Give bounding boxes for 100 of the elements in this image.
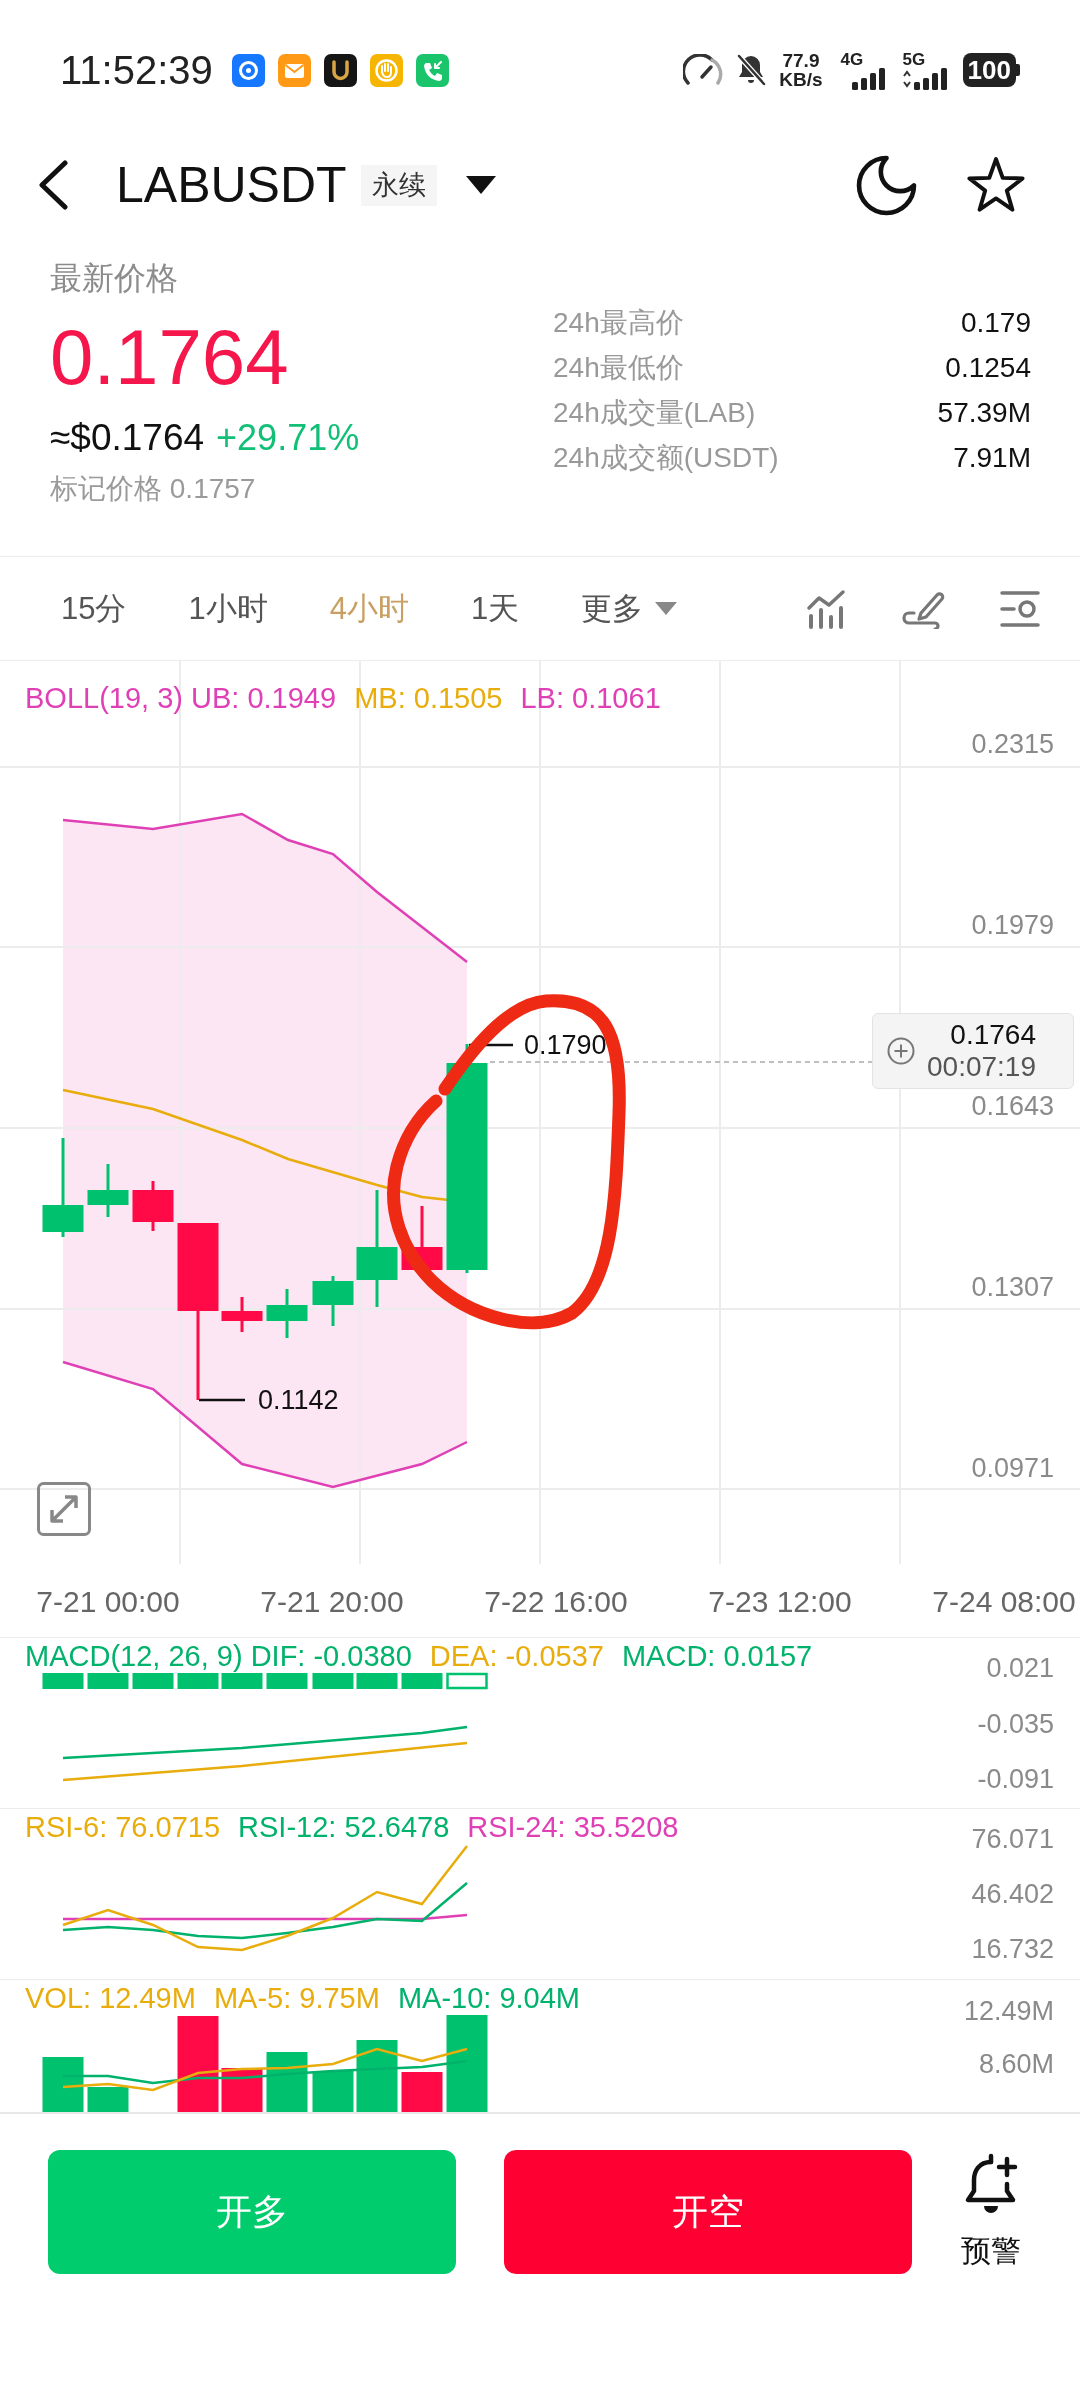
interval-tab[interactable]: 1天 — [471, 588, 520, 629]
legend-label: RSI-6: 76.0715 — [25, 1812, 221, 1842]
axis-label: 0.1979 — [971, 911, 1054, 939]
falling-volume-bar — [401, 2072, 443, 2112]
axis-label: 0.0971 — [971, 1454, 1054, 1482]
price-label: 最新价格 — [50, 259, 179, 298]
stat-label: 24h最高价 — [553, 305, 684, 340]
app-icon — [231, 53, 265, 87]
network-speed: 77.9 — [782, 51, 820, 70]
countdown-timer: 00:07:19 — [927, 1051, 1036, 1083]
histogram-bar — [221, 1673, 263, 1689]
network-type: 4G — [840, 50, 864, 68]
histogram-bar — [266, 1673, 308, 1689]
usd-price: ≈$0.1764 — [50, 416, 205, 460]
current-price-tag[interactable]: 0.1764 00:07:19 — [872, 1013, 1074, 1089]
bell-off-icon — [735, 53, 768, 87]
falling-volume-bar — [221, 2068, 263, 2112]
axis-label: 76.071 — [971, 1825, 1054, 1853]
low-price-label: 0.1142 — [258, 1385, 339, 1415]
axis-label: 7-21 00:00 — [36, 1586, 180, 1618]
stat-label: 24h成交量(LAB) — [553, 395, 756, 430]
network-type: 5G — [902, 50, 926, 68]
axis-label: 7-24 08:00 — [932, 1586, 1076, 1618]
falling-candle — [401, 1206, 443, 1270]
axis-label: 0.021 — [986, 1654, 1054, 1682]
stat-value: 7.91M — [953, 440, 1031, 475]
axis-label: 46.402 — [971, 1880, 1054, 1908]
stat-label: 24h最低价 — [553, 350, 684, 385]
rising-candle — [266, 1289, 308, 1338]
rising-volume-bar — [42, 2057, 84, 2112]
axis-label: 7-21 20:00 — [260, 1586, 404, 1618]
axis-label: 0.2315 — [971, 730, 1054, 758]
last-price: 0.1764 — [50, 315, 290, 399]
rising-volume-bar — [266, 2052, 308, 2112]
rising-candle — [87, 1164, 129, 1217]
speed-unit: KB/s — [779, 70, 823, 89]
histogram-bar — [446, 1672, 488, 1690]
axis-label: -0.091 — [977, 1765, 1054, 1793]
axis-label: 0.1307 — [971, 1273, 1054, 1301]
mail-icon — [277, 53, 311, 87]
falling-candle — [221, 1297, 263, 1332]
high-price-label: 0.1790 — [524, 1030, 607, 1060]
rising-volume-bar — [312, 2071, 354, 2112]
alert-button[interactable]: 预警 — [946, 2153, 1036, 2268]
legend-label: MACD(12, 26, 9) DIF: -0.0380 — [25, 1641, 412, 1671]
contract-type-tag: 永续 — [360, 164, 437, 206]
price-change: +29.71% — [216, 416, 360, 460]
indicator-chart-icon[interactable] — [806, 588, 846, 629]
axis-label: 7-22 16:00 — [484, 1586, 628, 1618]
current-price-label: 0.1764 — [950, 1019, 1036, 1051]
axis-label: 8.60M — [978, 2050, 1054, 2078]
legend-label: LB: 0.1061 — [520, 682, 661, 714]
axis-label: 0.1643 — [971, 1092, 1054, 1120]
legend-label: MB: 0.1505 — [354, 682, 503, 714]
rising-volume-bar — [356, 2040, 398, 2112]
histogram-bar — [401, 1673, 443, 1689]
battery-percentage: 100 — [962, 53, 1016, 87]
phone-icon — [415, 53, 449, 87]
falling-candle — [132, 1181, 174, 1231]
legend-label: RSI-24: 35.5208 — [467, 1812, 679, 1842]
symbol-title: LABUSDT — [116, 157, 347, 213]
caret-down-icon[interactable] — [465, 176, 496, 194]
legend-label: DEA: -0.0537 — [429, 1641, 604, 1671]
histogram-bar — [312, 1673, 354, 1689]
axis-label: 7-23 12:00 — [708, 1586, 852, 1618]
rising-volume-bar — [87, 2087, 129, 2112]
stat-label: 24h成交额(USDT) — [553, 440, 779, 475]
legend-label: MA-5: 9.75M — [213, 1983, 380, 2013]
stat-value: 57.39M — [937, 395, 1031, 430]
histogram-bar — [132, 1673, 174, 1689]
plus-circle-icon[interactable] — [887, 1037, 915, 1065]
leader-line — [199, 1398, 245, 1402]
expand-icon[interactable] — [37, 1482, 91, 1536]
histogram-bar — [356, 1673, 398, 1689]
mark-price: 标记价格 0.1757 — [50, 472, 257, 506]
star-icon[interactable] — [967, 157, 1025, 213]
sliders-icon[interactable] — [1000, 589, 1040, 628]
stat-value: 0.1254 — [945, 350, 1031, 385]
histogram-bar — [42, 1673, 84, 1689]
axis-label: -0.035 — [977, 1709, 1054, 1738]
clock-time: 11:52:39 — [60, 50, 213, 90]
open-short-button[interactable]: 开空 — [504, 2150, 912, 2274]
more-dropdown[interactable]: 更多 — [581, 588, 678, 629]
interval-tab[interactable]: 1小时 — [188, 588, 268, 629]
histogram-bar — [87, 1673, 129, 1689]
caret-down-icon — [655, 602, 678, 615]
speedometer-icon — [683, 54, 724, 86]
legend-label: RSI-12: 52.6478 — [238, 1812, 450, 1842]
legend-label: MA-10: 9.04M — [397, 1983, 580, 2013]
interval-tab[interactable]: 15分 — [61, 588, 127, 629]
histogram-bar — [177, 1673, 219, 1689]
moon-icon[interactable] — [856, 154, 917, 216]
rising-candle — [312, 1276, 354, 1326]
axis-label: 12.49M — [963, 1997, 1054, 2025]
axis-label: 16.732 — [971, 1935, 1054, 1963]
app-icon — [323, 53, 357, 87]
legend-label: VOL: 12.49M — [25, 1983, 196, 2013]
hand-icon — [369, 53, 403, 87]
stat-value: 0.179 — [960, 305, 1031, 340]
back-icon[interactable] — [37, 160, 69, 210]
